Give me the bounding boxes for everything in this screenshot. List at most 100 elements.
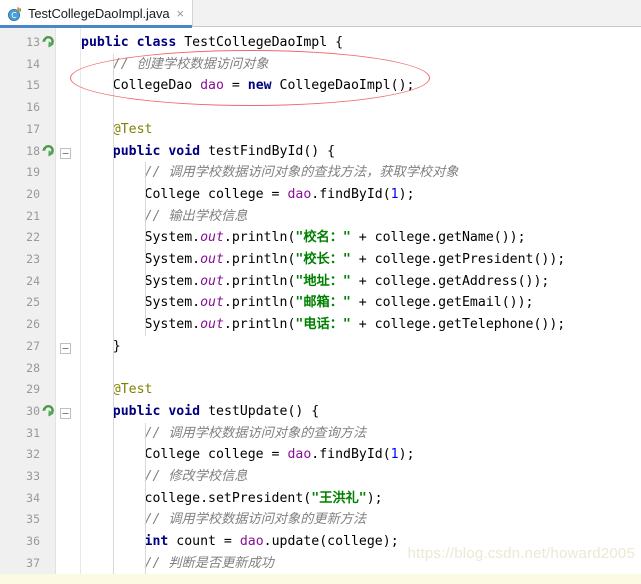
code-line-row[interactable]: 33 // 修改学校信息: [0, 466, 641, 488]
code-token: // 调用学校数据访问对象的查询方法: [81, 425, 367, 441]
code-line-text: College college = dao.findById(1);: [81, 444, 415, 466]
line-number: 13: [26, 35, 40, 49]
code-line-row[interactable]: 14 // 创建学校数据访问对象: [0, 54, 641, 76]
code-editor[interactable]: 13 public class TestCollegeDaoImpl {14 /…: [0, 28, 641, 584]
code-token: // 修改学校信息: [81, 469, 248, 484]
code-token: "地址：": [295, 273, 351, 289]
line-number: 26: [26, 317, 40, 332]
code-line-text: System.out.println("电话：" + college.getTe…: [81, 314, 566, 336]
code-token: System.: [81, 252, 201, 267]
code-line-row[interactable]: 21 // 输出学校信息: [0, 206, 641, 228]
line-number: 18: [26, 143, 40, 158]
code-token: int: [144, 534, 169, 550]
close-icon[interactable]: ×: [177, 7, 185, 20]
code-token: .println(: [223, 230, 296, 246]
code-line-row[interactable]: 34 college.setPresident("王洪礼");: [0, 488, 641, 510]
code-line-row[interactable]: 17 @Test: [0, 119, 641, 141]
code-token: .update(college);: [263, 534, 399, 550]
code-line-text: System.out.println("地址：" + college.getAd…: [81, 271, 550, 293]
code-line-row[interactable]: 25 System.out.println("邮箱：" + college.ge…: [0, 292, 641, 314]
code-token: CollegeDao: [81, 78, 201, 94]
code-token: 1: [390, 447, 399, 463]
code-token: + college.getAddress());: [350, 273, 550, 289]
editor-tab-bar: C TestCollegeDaoImpl.java ×: [0, 0, 641, 28]
code-line-row[interactable]: 27 }: [0, 336, 641, 358]
code-line-row[interactable]: 28: [0, 358, 641, 380]
code-line-row[interactable]: 20 College college = dao.findById(1);: [0, 184, 641, 206]
line-number: 32: [26, 447, 40, 462]
code-token: class: [136, 35, 177, 50]
indent-guide: [112, 53, 114, 575]
java-class-icon: C: [7, 6, 23, 22]
code-token: System.: [81, 317, 201, 333]
code-token: .findById(: [311, 447, 391, 463]
code-token: .findById(: [311, 186, 391, 202]
code-token: + college.getName());: [350, 230, 526, 246]
line-number: 23: [26, 252, 40, 266]
code-token: System.: [81, 295, 201, 311]
code-token: + college.getTelephone());: [350, 317, 566, 333]
code-token: "校名：": [295, 230, 351, 246]
code-line-row[interactable]: 16: [0, 97, 641, 119]
run-test-icon[interactable]: [42, 404, 55, 418]
code-line-row[interactable]: 36 int count = dao.update(college);: [0, 531, 641, 553]
code-line-text: }: [81, 336, 121, 358]
code-line-row[interactable]: 18 public void testFindById() {: [0, 141, 641, 163]
code-line-row[interactable]: 15 CollegeDao dao = new CollegeDaoImpl()…: [0, 75, 641, 97]
code-line-text: // 调用学校数据访问对象的更新方法: [81, 509, 367, 531]
line-number: 15: [26, 78, 40, 93]
code-line-text: // 判断是否更新成功: [81, 553, 274, 575]
line-number: 34: [26, 490, 40, 505]
code-line-row[interactable]: 29 @Test: [0, 379, 641, 401]
code-line-row[interactable]: 24 System.out.println("地址：" + college.ge…: [0, 271, 641, 293]
code-token: System.: [81, 230, 201, 246]
code-line-text: // 调用学校数据访问对象的查找方法，获取学校对象: [81, 162, 459, 184]
code-token: "邮箱：": [295, 295, 351, 311]
line-number: 17: [26, 121, 40, 136]
code-fold-marker[interactable]: [60, 341, 72, 354]
line-number: 20: [26, 186, 40, 201]
code-line-row[interactable]: 30 public void testUpdate() {: [0, 401, 641, 423]
line-number: 33: [26, 469, 40, 483]
code-fold-marker[interactable]: [60, 406, 72, 419]
line-number: 31: [26, 425, 40, 440]
code-line-row[interactable]: 35 // 调用学校数据访问对象的更新方法: [0, 509, 641, 531]
code-line-row[interactable]: 31 // 调用学校数据访问对象的查询方法: [0, 423, 641, 445]
code-line-text: // 调用学校数据访问对象的查询方法: [81, 423, 367, 445]
code-token: }: [81, 338, 121, 354]
code-line-row[interactable]: 26 System.out.println("电话：" + college.ge…: [0, 314, 641, 336]
code-token: dao: [200, 78, 224, 94]
code-token: + college.getEmail());: [350, 295, 534, 311]
code-token: public: [81, 35, 129, 50]
editor-tab-testcollegedaoimpl[interactable]: C TestCollegeDaoImpl.java ×: [0, 0, 194, 28]
code-line-text: // 修改学校信息: [81, 466, 248, 488]
code-token: // 调用学校数据访问对象的查找方法，获取学校对象: [81, 165, 459, 181]
run-test-icon[interactable]: [42, 144, 55, 158]
line-number: 25: [26, 295, 40, 310]
code-token: .println(: [223, 295, 296, 311]
line-number: 30: [26, 403, 40, 418]
code-line-row[interactable]: 23 System.out.println("校长：" + college.ge…: [0, 249, 641, 271]
code-fold-marker[interactable]: [60, 146, 72, 159]
code-token: CollegeDaoImpl();: [271, 78, 415, 94]
line-number: 19: [26, 165, 40, 180]
code-token: count =: [168, 534, 240, 550]
code-token: );: [398, 186, 415, 202]
line-number: 16: [26, 100, 40, 115]
line-number: 36: [26, 534, 40, 549]
code-line-row[interactable]: 13 public class TestCollegeDaoImpl {: [0, 32, 641, 54]
code-token: .println(: [223, 252, 296, 267]
editor-tab-label: TestCollegeDaoImpl.java: [28, 6, 170, 21]
code-token: // 判断是否更新成功: [81, 555, 274, 571]
run-test-icon[interactable]: [42, 36, 55, 49]
code-token: testUpdate() {: [200, 403, 320, 419]
code-token: // 输出学校信息: [81, 208, 248, 224]
code-line-text: public void testUpdate() {: [81, 401, 319, 423]
code-line-row[interactable]: 32 College college = dao.findById(1);: [0, 444, 641, 466]
code-line-row[interactable]: 19 // 调用学校数据访问对象的查找方法，获取学校对象: [0, 162, 641, 184]
indent-guide: [144, 422, 146, 584]
code-line-row[interactable]: 37 // 判断是否更新成功: [0, 553, 641, 575]
code-line-row[interactable]: 22 System.out.println("校名：" + college.ge…: [0, 227, 641, 249]
